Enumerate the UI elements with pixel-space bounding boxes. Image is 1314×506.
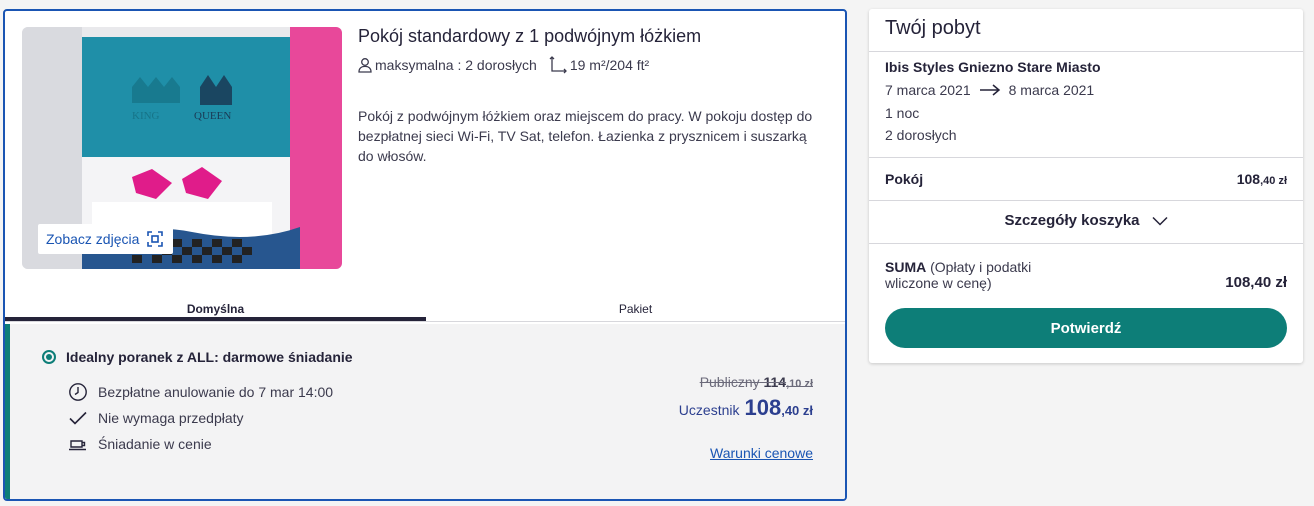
public-price-cents: ,10 zł	[786, 378, 813, 390]
divider	[869, 51, 1303, 52]
public-price: Publiczny 114,10 zł	[700, 374, 813, 390]
room-price-value: 108	[1236, 171, 1261, 187]
king-sign-text: KING	[132, 110, 160, 122]
room-specs: maksymalna : 2 dorosłych 19 m²/204 ft²	[358, 56, 661, 74]
offer-option[interactable]: Idealny poranek z ALL: darmowe śniadanie	[42, 349, 353, 365]
cart-details-toggle[interactable]: Szczegóły koszyka	[869, 212, 1303, 229]
public-price-label: Publiczny	[699, 374, 760, 390]
total-value: 108,40 zł	[1225, 274, 1287, 291]
total-title: SUMA	[885, 259, 927, 275]
member-price: Uczestnik 108,40 zł	[679, 395, 813, 421]
cart-details-label: Szczegóły koszyka	[1004, 212, 1140, 229]
feature-text: Bezpłatne anulowanie do 7 mar 14:00	[98, 384, 334, 400]
tab-package[interactable]: Pakiet	[426, 296, 845, 322]
divider	[869, 157, 1303, 158]
queen-sign-text: QUEEN	[194, 110, 231, 122]
chevron-down-icon	[1152, 216, 1168, 226]
checkout-date: 8 marca 2021	[1008, 82, 1095, 98]
capacity-spec: maksymalna : 2 dorosłych	[358, 57, 537, 73]
checkmark-icon	[69, 411, 87, 425]
member-price-value: 108	[744, 395, 782, 420]
see-photos-button[interactable]: Zobacz zdjęcia	[38, 224, 174, 254]
room-card: KING QUEEN Zobacz zdjęcia Pokój standard…	[3, 9, 847, 501]
stay-summary: Twój pobyt Ibis Styles Gniezno Stare Mia…	[869, 9, 1303, 363]
expand-icon	[147, 231, 164, 247]
active-tab-indicator	[5, 317, 426, 321]
member-price-label: Uczestnik	[678, 402, 740, 418]
member-price-cents: ,40 zł	[781, 403, 813, 418]
checkin-date: 7 marca 2021	[885, 82, 971, 98]
price-terms-link[interactable]: Warunki cenowe	[710, 445, 813, 461]
rate-offer[interactable]: Idealny poranek z ALL: darmowe śniadanie…	[5, 324, 845, 499]
offer-radio[interactable]	[42, 350, 56, 364]
capacity-text: maksymalna : 2 dorosłych	[375, 57, 537, 73]
room-price-label: Pokój	[885, 171, 924, 187]
feature-no-prepayment: Nie wymaga przedpłaty	[68, 408, 244, 428]
nights-count: 1 noc	[885, 105, 920, 121]
offer-title: Idealny poranek z ALL: darmowe śniadanie	[66, 349, 353, 365]
stay-dates: 7 marca 2021 8 marca 2021	[885, 82, 1094, 98]
confirm-button[interactable]: Potwierdź	[885, 308, 1287, 348]
feature-text: Śniadanie w cenie	[98, 436, 212, 452]
public-price-value: 114	[763, 374, 787, 390]
area-spec: 19 m²/204 ft²	[549, 56, 649, 74]
area-icon	[549, 56, 567, 74]
divider	[869, 200, 1303, 201]
person-icon	[358, 58, 372, 73]
feature-text: Nie wymaga przedpłaty	[98, 410, 244, 426]
room-photo[interactable]: KING QUEEN Zobacz zdjęcia	[22, 27, 342, 269]
see-photos-label: Zobacz zdjęcia	[46, 231, 140, 247]
feature-breakfast: Śniadanie w cenie	[68, 434, 212, 454]
room-title: Pokój standardowy z 1 podwójnym łóżkiem	[358, 26, 702, 46]
summary-title: Twój pobyt	[885, 17, 981, 39]
divider	[869, 243, 1303, 244]
room-price-cents: ,40 zł	[1260, 175, 1287, 187]
feature-cancellation: Bezpłatne anulowanie do 7 mar 14:00	[68, 382, 333, 402]
arrow-right-icon	[979, 84, 1000, 96]
hotel-name: Ibis Styles Gniezno Stare Miasto	[885, 59, 1101, 75]
room-price-line: Pokój 108,40 zł	[885, 171, 1287, 187]
guests-count: 2 dorosłych	[885, 127, 957, 143]
total-label: SUMA (Opłaty i podatki wliczone w cenę)	[885, 259, 1065, 291]
area-text: 19 m²/204 ft²	[569, 57, 650, 73]
coffee-cup-icon	[69, 440, 86, 451]
clock-icon	[69, 383, 87, 401]
room-description: Pokój z podwójnym łóżkiem oraz miejscem …	[358, 108, 813, 164]
